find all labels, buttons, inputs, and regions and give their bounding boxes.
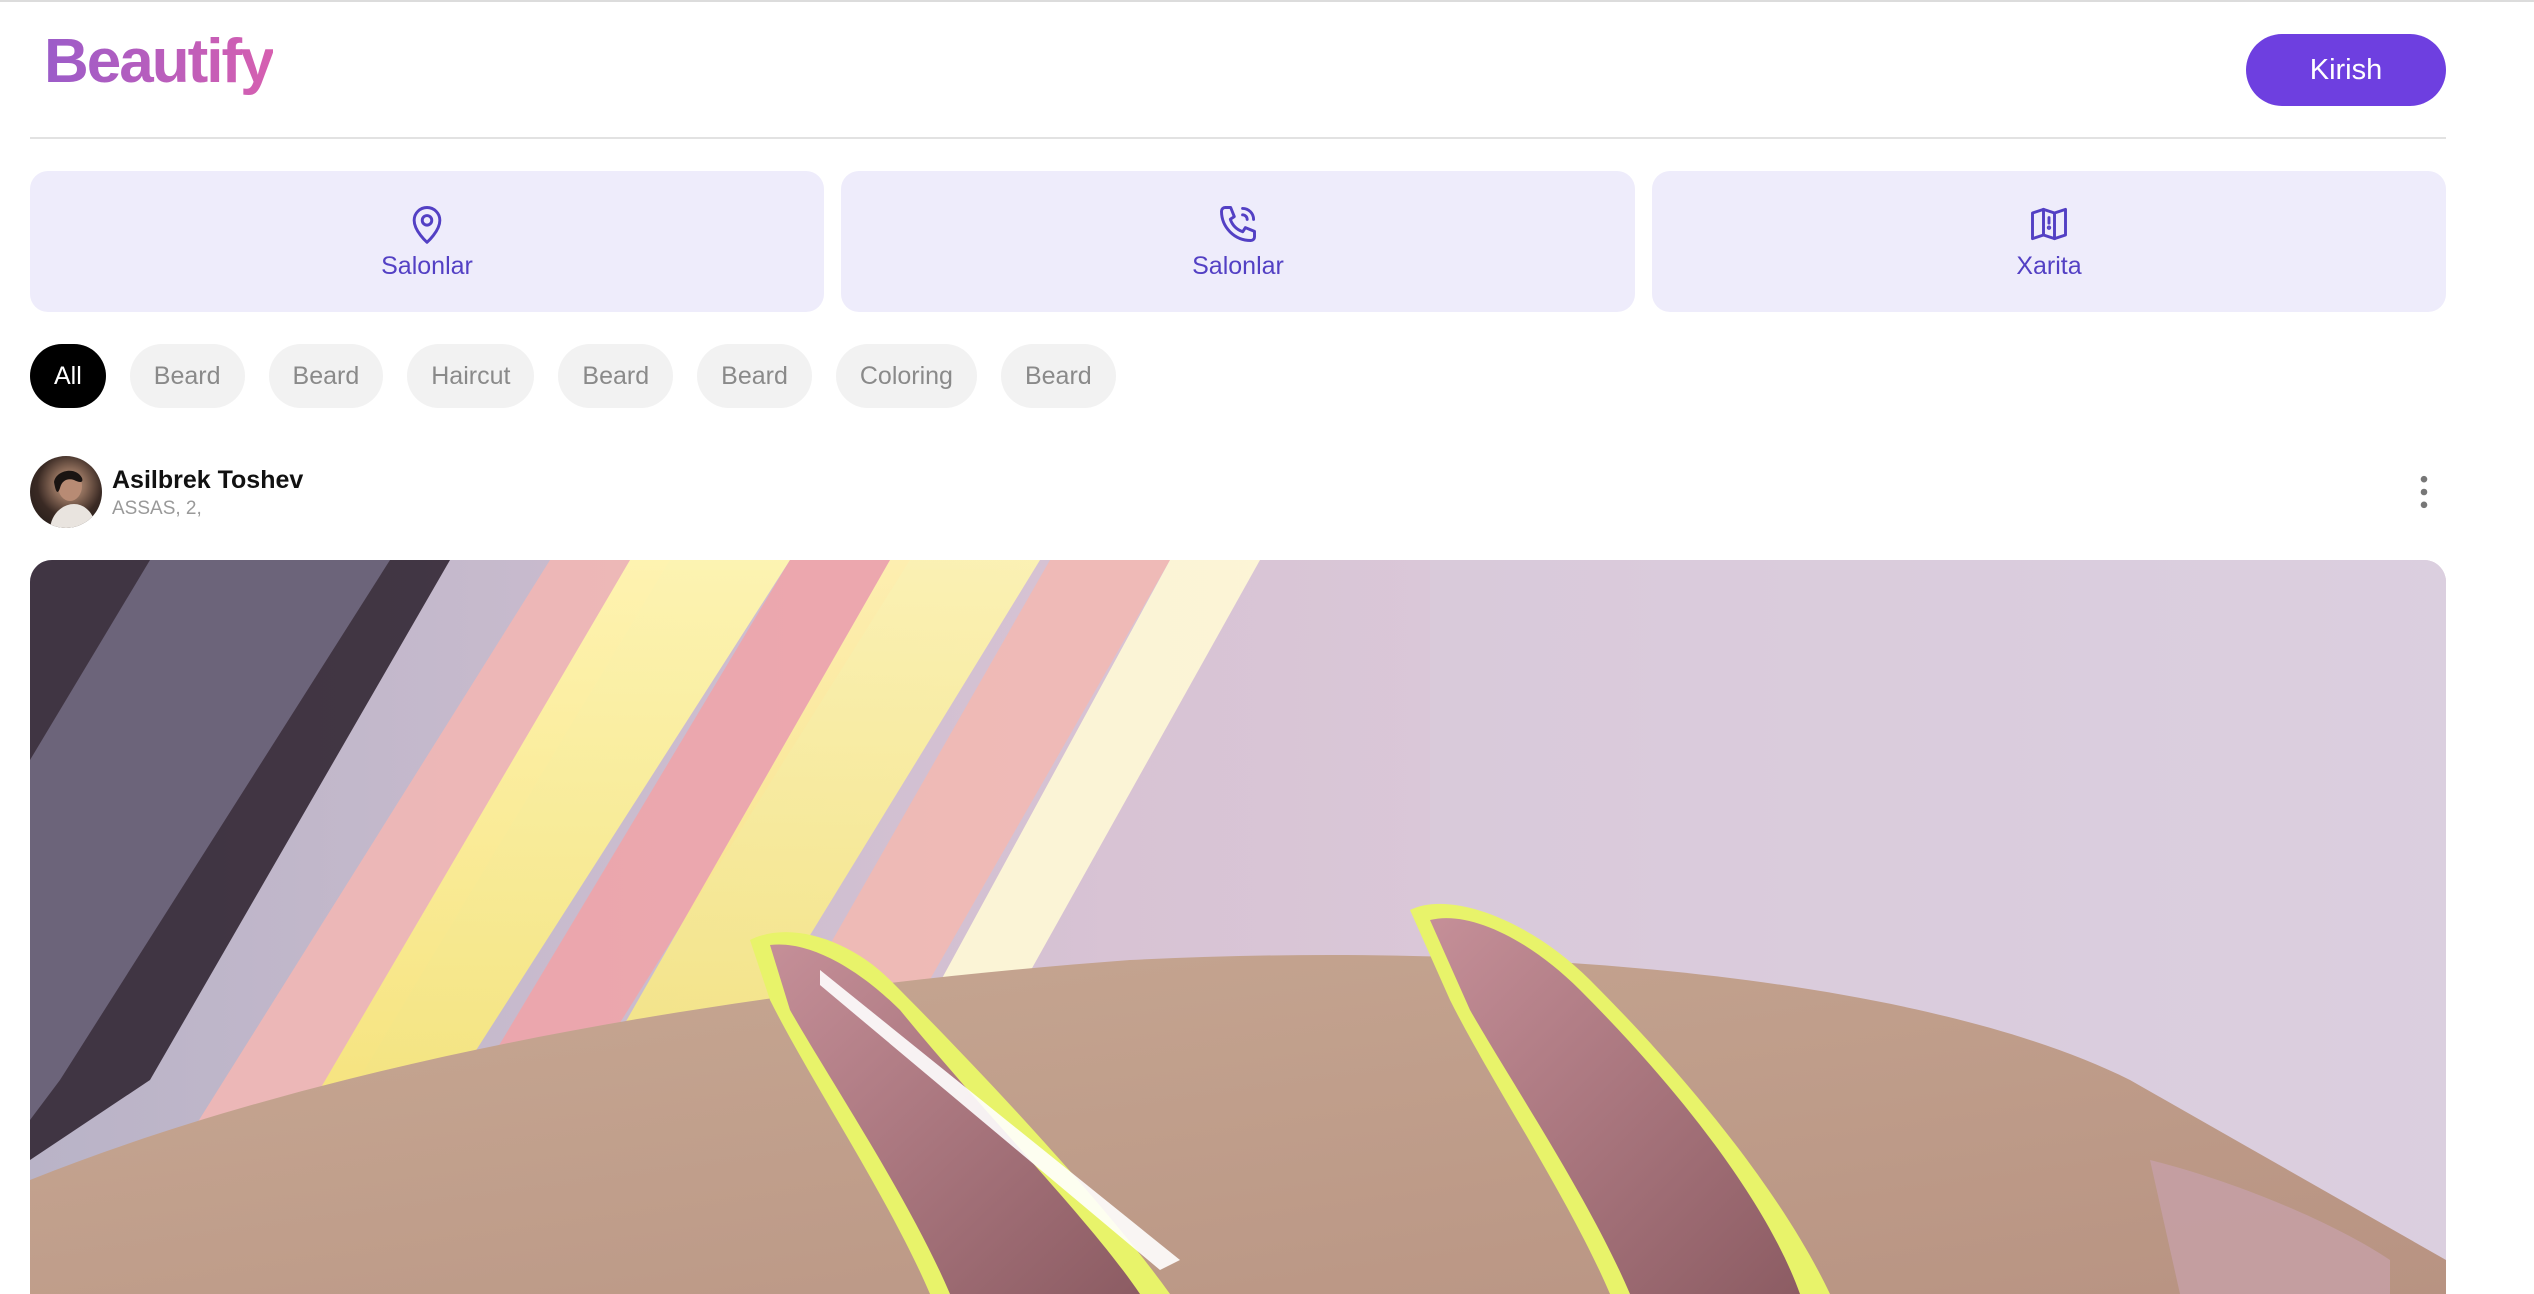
filter-chip-coloring[interactable]: Coloring: [835, 344, 977, 408]
filter-chip-beard[interactable]: Beard: [1000, 344, 1116, 408]
post-image[interactable]: [30, 560, 2446, 1294]
card-label: Salonlar: [381, 252, 473, 280]
salons-location-card[interactable]: Salonlar: [30, 171, 824, 312]
card-label: Salonlar: [1192, 252, 1284, 280]
login-button[interactable]: Kirish: [2246, 34, 2446, 106]
filter-chip-beard[interactable]: Beard: [268, 344, 384, 408]
header-divider: [30, 137, 2446, 139]
filter-chip-all[interactable]: All: [30, 344, 106, 408]
more-vertical-icon[interactable]: [2402, 470, 2446, 514]
filter-chip-beard[interactable]: Beard: [129, 344, 245, 408]
post-header: Asilbrek Toshev ASSAS, 2,: [30, 456, 2446, 528]
map-card[interactable]: Xarita: [1652, 171, 2446, 312]
filter-chip-beard[interactable]: Beard: [558, 344, 674, 408]
salons-phone-card[interactable]: Salonlar: [841, 171, 1635, 312]
nails-photo: [30, 560, 2446, 1294]
author-location: ASSAS, 2,: [112, 498, 202, 519]
map-icon: [2031, 207, 2067, 241]
app-logo[interactable]: Beautify: [44, 22, 275, 102]
author-name[interactable]: Asilbrek Toshev: [112, 466, 303, 495]
avatar[interactable]: [30, 456, 102, 528]
filter-chip-haircut[interactable]: Haircut: [407, 344, 535, 408]
location-pin-icon: [412, 206, 442, 244]
category-filters: All Beard Beard Haircut Beard Beard Colo…: [30, 344, 1116, 408]
filter-chip-beard[interactable]: Beard: [697, 344, 812, 408]
card-label: Xarita: [2016, 252, 2082, 280]
top-border: [0, 0, 2534, 2]
quick-actions: Salonlar Salonlar Xarita: [30, 171, 2446, 312]
phone-call-icon: [1220, 206, 1256, 242]
